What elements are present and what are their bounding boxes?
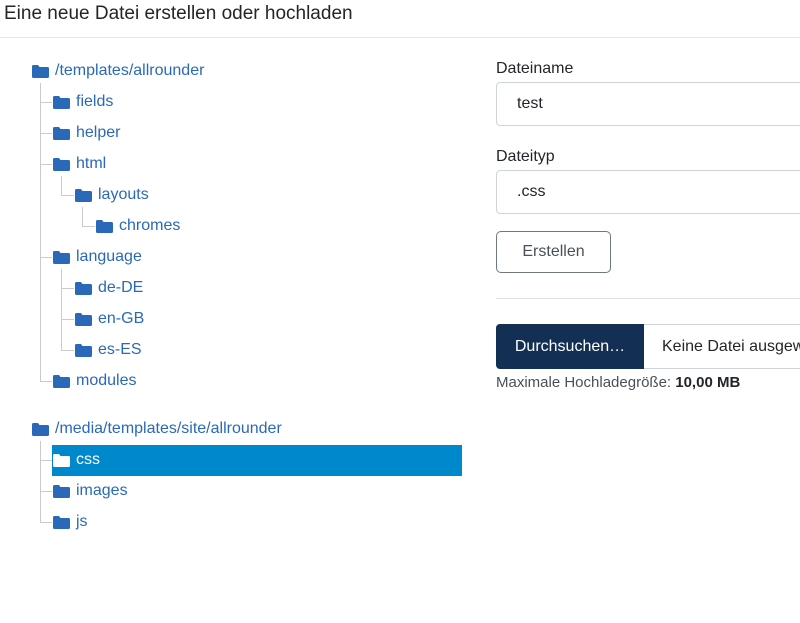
folder-icon <box>75 188 92 202</box>
filetype-value: .css <box>517 183 546 200</box>
folder-label: css <box>76 451 100 468</box>
folder-icon <box>96 219 113 233</box>
folder-label: modules <box>76 372 137 389</box>
folder-label: layouts <box>98 186 149 203</box>
filename-label: Dateiname <box>496 60 574 77</box>
tree-folder-chromes[interactable]: chromes <box>96 214 180 238</box>
folder-icon <box>53 453 70 467</box>
create-button[interactable]: Erstellen <box>496 231 611 273</box>
tree-folder-es-es[interactable]: es-ES <box>75 338 142 362</box>
folder-label: html <box>76 155 107 172</box>
folder-label: fields <box>76 93 114 110</box>
folder-label: language <box>76 248 142 265</box>
tree-connector <box>61 288 74 289</box>
folder-icon <box>75 343 92 357</box>
folder-icon <box>53 95 70 109</box>
page-title: Eine neue Datei erstellen oder hochladen <box>4 3 353 24</box>
tree-connector <box>82 226 95 227</box>
tree-connector <box>61 195 74 196</box>
tree-folder-de-de[interactable]: de-DE <box>75 276 143 300</box>
tree-folder-en-gb[interactable]: en-GB <box>75 307 144 331</box>
folder-label: de-DE <box>98 279 144 296</box>
tree-folder-images[interactable]: images <box>53 479 128 503</box>
form-divider <box>496 298 800 299</box>
filetype-select[interactable]: .css <box>496 170 800 214</box>
filename-value: test <box>517 95 543 112</box>
tree-folder-fields[interactable]: fields <box>53 90 113 114</box>
folder-label: es-ES <box>98 341 142 358</box>
tree-folder-layouts[interactable]: layouts <box>75 183 149 207</box>
folder-label: /templates/allrounder <box>55 62 205 79</box>
tree-folder-helper[interactable]: helper <box>53 121 120 145</box>
header-divider <box>0 37 800 38</box>
tree-connector <box>40 381 52 382</box>
selected-row-highlight <box>52 445 462 476</box>
tree-folder-templates-allrounder[interactable]: /templates/allrounder <box>32 59 204 83</box>
folder-label: /media/templates/site/allrounder <box>55 420 282 437</box>
tree-connector <box>61 176 62 195</box>
tree-connector <box>40 441 41 522</box>
tree-connector <box>61 269 62 350</box>
tree-connector <box>40 257 52 258</box>
max-upload-value: 10,00 MB <box>675 374 741 391</box>
tree-folder-language[interactable]: language <box>53 245 142 269</box>
tree-folder-media-templates-site-allrounder[interactable]: /media/templates/site/allrounder <box>32 417 282 441</box>
folder-icon <box>53 250 70 264</box>
folder-icon <box>53 515 70 529</box>
folder-icon <box>53 126 70 140</box>
folder-label: en-GB <box>98 310 145 327</box>
folder-icon <box>75 312 92 326</box>
tree-folder-css[interactable]: css <box>53 448 100 472</box>
folder-label: js <box>76 513 88 530</box>
filetype-label: Dateityp <box>496 148 555 165</box>
max-upload-info: Maximale Hochladegröße: 10,00 MB <box>496 374 740 391</box>
tree-connector <box>40 102 52 103</box>
folder-icon <box>32 64 49 78</box>
tree-connector <box>40 83 41 381</box>
no-file-text: Keine Datei ausgewählt. <box>644 324 800 369</box>
folder-label: images <box>76 482 128 499</box>
max-upload-label: Maximale Hochladegröße: <box>496 374 672 391</box>
tree-folder-modules[interactable]: modules <box>53 369 136 393</box>
folder-icon <box>32 422 49 436</box>
tree-connector <box>40 522 52 523</box>
tree-folder-js[interactable]: js <box>53 510 88 534</box>
tree-folder-html[interactable]: html <box>53 152 106 176</box>
folder-label: chromes <box>119 217 181 234</box>
folder-icon <box>75 281 92 295</box>
browse-button[interactable]: Durchsuchen… <box>496 324 644 369</box>
folder-icon <box>53 374 70 388</box>
tree-connector <box>82 207 83 226</box>
filename-field[interactable]: test <box>496 82 800 126</box>
tree-connector <box>40 133 52 134</box>
tree-connector <box>40 460 52 461</box>
tree-connector <box>61 319 74 320</box>
tree-connector <box>40 164 52 165</box>
folder-label: helper <box>76 124 121 141</box>
file-upload-input[interactable]: Durchsuchen… Keine Datei ausgewählt. <box>496 324 800 369</box>
tree-connector <box>61 350 74 351</box>
tree-connector <box>40 491 52 492</box>
folder-icon <box>53 484 70 498</box>
folder-icon <box>53 157 70 171</box>
